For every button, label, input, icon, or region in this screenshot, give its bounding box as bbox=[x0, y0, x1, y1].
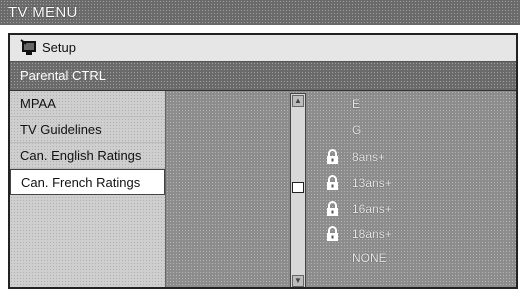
rating-g[interactable]: G bbox=[352, 119, 452, 141]
ratings-list: ▲ ▼ E G 8ans+ 13ans+ 16ans+ 18ans+ NONE bbox=[166, 91, 516, 287]
menu-title-bar: TV MENU bbox=[0, 0, 520, 25]
rating-16ans[interactable]: 16ans+ bbox=[352, 198, 452, 220]
rating-13ans[interactable]: 13ans+ bbox=[352, 172, 452, 194]
rating-label: E bbox=[352, 97, 361, 111]
lock-icon bbox=[326, 226, 339, 242]
lock-icon bbox=[326, 175, 339, 191]
menu-item-can-english-ratings[interactable]: Can. English Ratings bbox=[10, 143, 165, 169]
setup-header[interactable]: Setup bbox=[10, 35, 516, 62]
menu-item-can-french-ratings[interactable]: Can. French Ratings bbox=[10, 169, 165, 195]
section-parental-ctrl[interactable]: Parental CTRL bbox=[10, 62, 516, 91]
menu-item-mpaa[interactable]: MPAA bbox=[10, 91, 165, 117]
scroll-thumb[interactable] bbox=[292, 182, 304, 193]
rating-label: 8ans+ bbox=[352, 150, 386, 164]
ratings-scrollbar[interactable]: ▲ ▼ bbox=[290, 93, 306, 287]
scroll-up-icon[interactable]: ▲ bbox=[292, 95, 304, 107]
lock-icon bbox=[326, 201, 339, 217]
tv-setup-icon bbox=[20, 39, 38, 56]
rating-18ans[interactable]: 18ans+ bbox=[352, 223, 452, 245]
menu-item-label: MPAA bbox=[20, 96, 56, 111]
rating-none[interactable]: NONE bbox=[352, 247, 452, 269]
rating-label: G bbox=[352, 123, 362, 137]
rating-8ans[interactable]: 8ans+ bbox=[352, 146, 452, 168]
menu-title: TV MENU bbox=[8, 4, 78, 21]
rating-label: 13ans+ bbox=[352, 176, 392, 190]
lock-icon bbox=[326, 149, 339, 165]
menu-item-label: TV Guidelines bbox=[20, 122, 102, 137]
setup-label: Setup bbox=[42, 40, 76, 55]
ratings-menu: MPAA TV Guidelines Can. English Ratings … bbox=[10, 91, 166, 287]
scroll-down-icon[interactable]: ▼ bbox=[292, 275, 304, 287]
rating-e[interactable]: E bbox=[352, 93, 452, 115]
rating-label: NONE bbox=[352, 251, 387, 265]
rating-label: 18ans+ bbox=[352, 227, 392, 241]
menu-item-label: Can. French Ratings bbox=[21, 175, 141, 190]
menu-item-label: Can. English Ratings bbox=[20, 148, 142, 163]
menu-item-tv-guidelines[interactable]: TV Guidelines bbox=[10, 117, 165, 143]
rating-label: 16ans+ bbox=[352, 202, 392, 216]
section-label: Parental CTRL bbox=[20, 68, 106, 83]
parental-panel: Setup Parental CTRL MPAA TV Guidelines C… bbox=[8, 33, 518, 289]
